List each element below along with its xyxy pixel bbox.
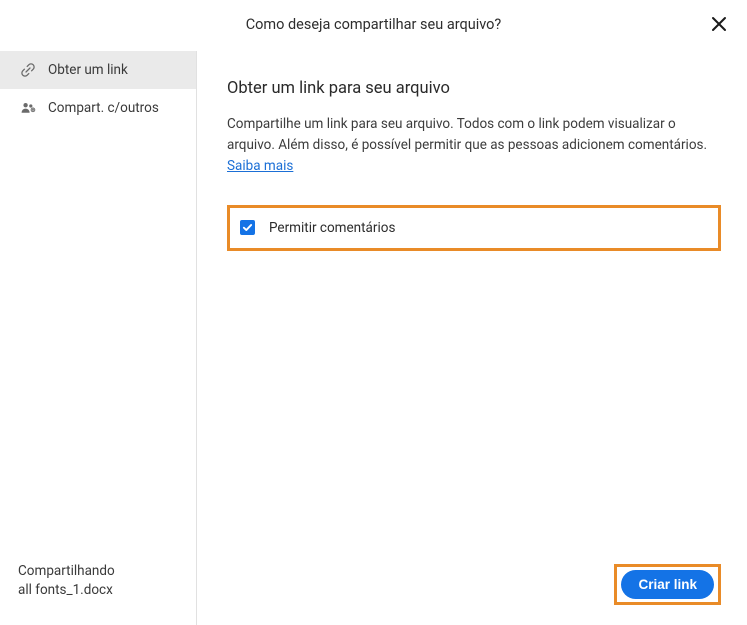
allow-comments-highlight: Permitir comentários [227,205,721,251]
description-text: Compartilhe um link para seu arquivo. To… [227,116,707,153]
dialog-body: Obter um link Compart. c/outros [0,51,747,625]
link-icon [20,62,36,78]
sidebar-items: Obter um link Compart. c/outros [0,51,196,127]
sidebar: Obter um link Compart. c/outros [0,51,197,625]
close-icon [711,16,727,32]
learn-more-link[interactable]: Saiba mais [227,158,293,174]
create-link-highlight: Criar link [614,564,721,605]
close-button[interactable] [709,14,729,34]
create-link-button[interactable]: Criar link [621,570,714,599]
sidebar-spacer [0,127,196,562]
sidebar-item-share-others[interactable]: Compart. c/outros [0,89,196,127]
sidebar-item-label: Compart. c/outros [48,100,159,116]
main-panel: Obter um link para seu arquivo Compartil… [197,51,747,625]
allow-comments-label: Permitir comentários [269,220,395,236]
sidebar-item-label: Obter um link [48,62,128,78]
checkmark-icon [242,222,253,233]
panel-title: Obter um link para seu arquivo [227,79,721,98]
dialog-title: Como deseja compartilhar seu arquivo? [246,16,502,33]
sharing-filename: all fonts_1.docx [18,581,178,601]
sidebar-item-get-link[interactable]: Obter um link [0,51,196,89]
people-icon [20,100,36,116]
panel-footer: Criar link [227,564,721,605]
allow-comments-checkbox[interactable] [240,220,255,235]
sidebar-footer: Compartilhando all fonts_1.docx [0,562,196,625]
dialog-header: Como deseja compartilhar seu arquivo? [0,0,747,51]
sharing-label: Compartilhando [18,562,178,582]
panel-description: Compartilhe um link para seu arquivo. To… [227,114,721,177]
